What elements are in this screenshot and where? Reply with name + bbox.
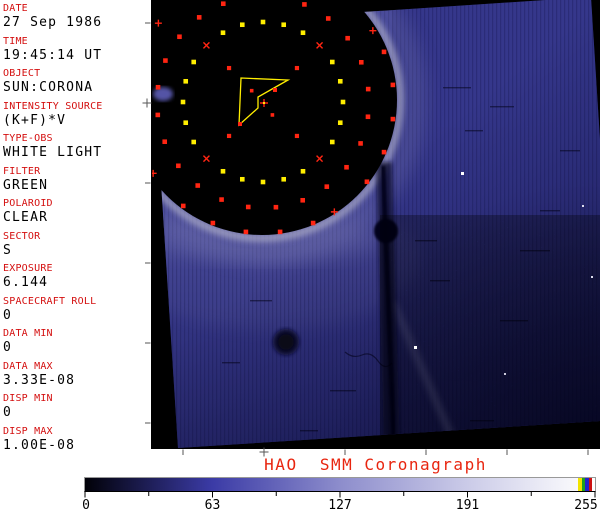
colorbar-tick-label: 63 — [205, 498, 221, 512]
field-label: POLAROID — [3, 198, 53, 209]
colorbar: 0 63 127 191 255 — [82, 477, 598, 512]
coronagraph-image[interactable] — [151, 0, 600, 449]
field-label: DATA MAX — [3, 360, 53, 372]
field-value: 0 — [3, 405, 13, 420]
colorbar-tick-label: 127 — [328, 498, 351, 512]
colorbar-tick-label: 0 — [82, 498, 90, 512]
field-value: 0 — [3, 340, 13, 355]
metadata-field: DATA MIN 0 — [3, 328, 53, 355]
field-label: SPACECRAFT ROLL — [3, 295, 97, 307]
field-label: DISP MIN — [3, 393, 53, 404]
field-value: 3.33E-08 — [3, 372, 76, 388]
page-title: HAO SMM Coronagraph — [264, 455, 487, 474]
field-value: CLEAR — [3, 210, 49, 225]
field-label: TIME — [3, 35, 28, 47]
metadata-field: TIME 19:45:14 UT — [3, 36, 102, 63]
field-label: TYPE-OBS — [3, 133, 53, 144]
field-value: 6.144 — [3, 275, 49, 290]
metadata-field: EXPOSURE 6.144 — [3, 263, 53, 290]
field-label: DATA MIN — [3, 328, 53, 339]
field-value: SUN:CORONA — [3, 80, 94, 95]
field-label: SECTOR — [3, 230, 41, 242]
field-label: DATE — [3, 3, 28, 14]
metadata-field: DATE 27 Sep 1986 — [3, 3, 102, 30]
colorbar-ticks — [84, 492, 596, 498]
metadata-field: DATA MAX 3.33E-08 — [3, 361, 75, 388]
field-label: DISP MAX — [3, 425, 53, 437]
colorbar-labels: 0 63 127 191 255 — [82, 498, 598, 512]
metadata-field: OBJECT SUN:CORONA — [3, 68, 93, 95]
colorbar-tick-label: 191 — [456, 498, 479, 512]
colorbar-tick-label: 255 — [574, 498, 597, 512]
metadata-field: DISP MIN 0 — [3, 393, 53, 420]
metadata-field: TYPE-OBS WHITE LIGHT — [3, 133, 102, 160]
metadata-sidebar: DATE 27 Sep 1986 TIME 19:45:14 UT OBJECT… — [3, 0, 150, 455]
coronagraph-viewer: { "sidebar": { "fields": [ {"label": "DA… — [0, 0, 600, 512]
field-value: 19:45:14 UT — [3, 47, 103, 63]
colorbar-gradient — [84, 477, 596, 492]
field-value: S — [3, 242, 13, 258]
field-label: EXPOSURE — [3, 263, 53, 274]
field-value: (K+F)*V — [3, 112, 67, 128]
metadata-field: INTENSITY SOURCE (K+F)*V — [3, 101, 103, 128]
metadata-field: SECTOR S — [3, 231, 40, 258]
metadata-field: FILTER GREEN — [3, 166, 48, 193]
field-value: GREEN — [3, 177, 49, 193]
metadata-field: DISP MAX 1.00E-08 — [3, 426, 75, 453]
metadata-field: SPACECRAFT ROLL 0 — [3, 296, 96, 323]
metadata-field: POLAROID CLEAR — [3, 198, 53, 225]
field-value: 1.00E-08 — [3, 437, 76, 453]
field-label: INTENSITY SOURCE — [3, 100, 103, 112]
field-label: OBJECT — [3, 68, 41, 79]
field-value: 27 Sep 1986 — [3, 15, 103, 30]
field-value: WHITE LIGHT — [3, 145, 103, 160]
colorbar-marker-stripes — [578, 478, 592, 491]
field-value: 0 — [3, 307, 13, 323]
field-label: FILTER — [3, 165, 41, 177]
